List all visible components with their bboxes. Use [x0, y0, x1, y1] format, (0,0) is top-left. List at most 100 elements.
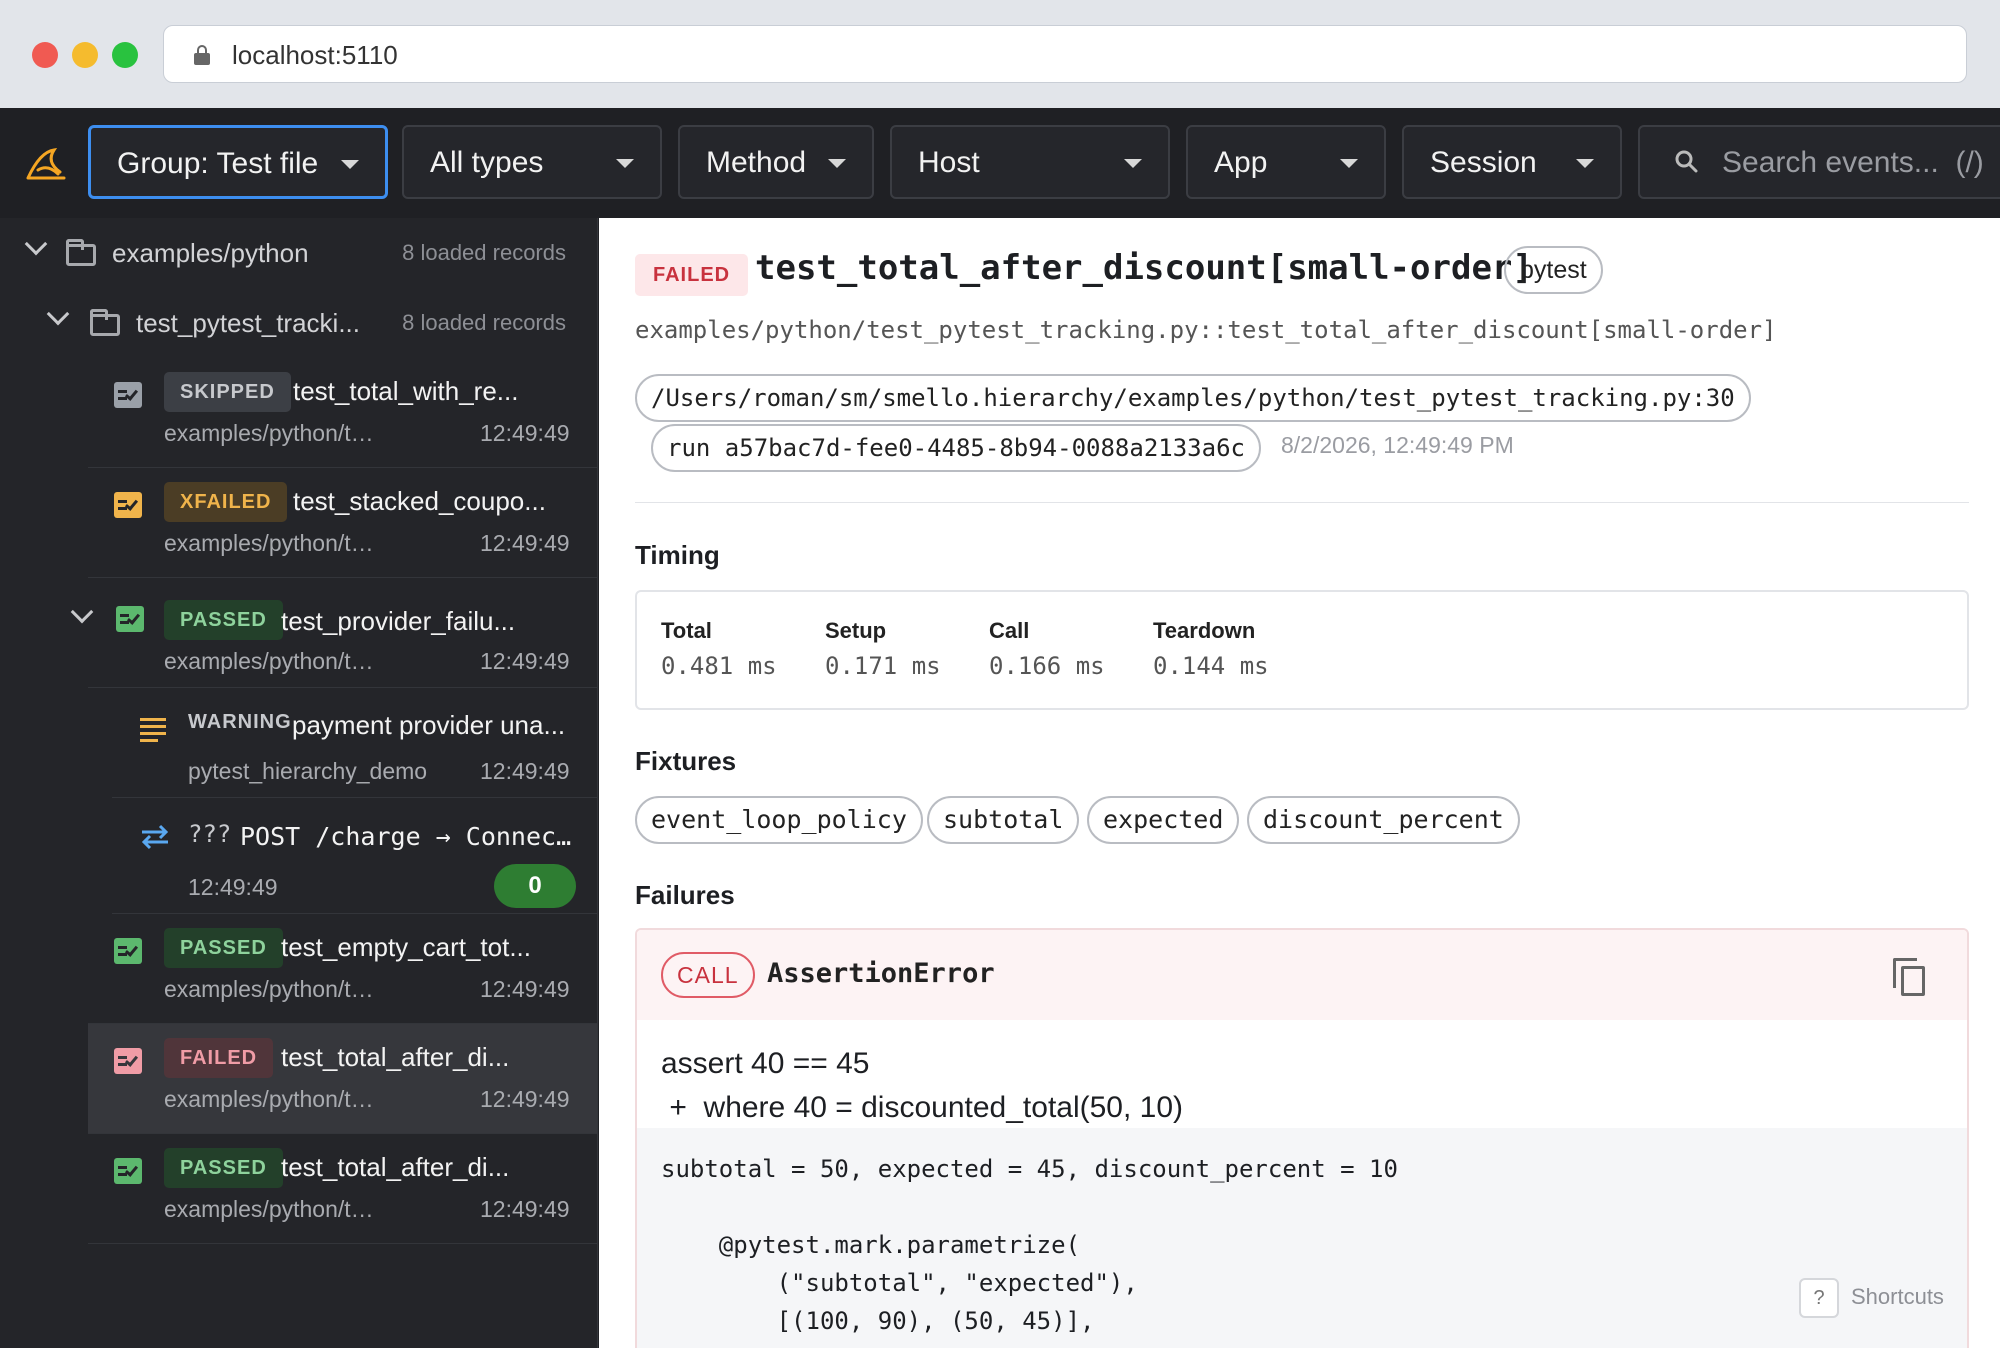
browser-chrome: localhost:5110	[0, 0, 2000, 108]
item-path: examples/python/test_...	[164, 420, 386, 446]
timing-total: Total 0.481 ms	[661, 618, 777, 680]
search-placeholder: Search events... (/)	[1722, 146, 1984, 179]
list-item[interactable]: SKIPPED test_total_with_re... examples/p…	[88, 358, 597, 468]
test-checklist-icon	[116, 606, 144, 632]
item-title: test_stacked_coupo...	[293, 486, 546, 516]
test-nodeid: examples/python/test_pytest_tracking.py:…	[635, 316, 1777, 344]
app: Group: Test file All types Method Host A…	[0, 108, 2000, 1348]
app-dropdown[interactable]: App	[1186, 125, 1386, 199]
test-checklist-icon	[114, 1158, 142, 1184]
page-title: test_total_after_discount[small-order]	[755, 248, 1533, 288]
chevron-down-icon	[341, 160, 359, 169]
session-dropdown[interactable]: Session	[1402, 125, 1622, 199]
list-item-selected[interactable]: FAILED test_total_after_di... examples/p…	[88, 1024, 597, 1134]
status-badge: FAILED	[635, 254, 749, 296]
chevron-down-icon	[1340, 159, 1358, 168]
fixture-chip: subtotal	[927, 796, 1080, 844]
group-row-examples-python[interactable]: examples/python 8 loaded records	[0, 218, 597, 286]
list-item[interactable]: PASSED test_total_after_di... examples/p…	[88, 1134, 597, 1244]
code-text: subtotal = 50, expected = 45, discount_p…	[661, 1155, 1398, 1335]
timing-heading: Timing	[635, 540, 720, 570]
list-item[interactable]: WARNING payment provider una... pytest_h…	[112, 688, 597, 798]
help-icon: ?	[1799, 1278, 1839, 1318]
minimize-window-button[interactable]	[72, 42, 98, 68]
chevron-down-icon[interactable]	[24, 232, 48, 256]
failure-header: CALL AssertionError	[637, 930, 1967, 1020]
close-window-button[interactable]	[32, 42, 58, 68]
host-dropdown[interactable]: Host	[890, 125, 1170, 199]
item-path: examples/python/test_...	[164, 530, 386, 556]
group-row-test-file[interactable]: test_pytest_tracki... 8 loaded records	[0, 288, 597, 356]
maximize-window-button[interactable]	[112, 42, 138, 68]
folder-icon	[66, 239, 96, 266]
item-time: 12:49:49	[480, 1196, 570, 1222]
chevron-down-icon	[828, 159, 846, 168]
failures-heading: Failures	[635, 880, 735, 910]
fixtures-heading: Fixtures	[635, 746, 737, 776]
phase-chip: CALL	[661, 952, 755, 998]
item-title: test_total_after_di...	[281, 1042, 510, 1072]
log-lines-icon	[140, 718, 166, 742]
timing-card: Total 0.481 ms Setup 0.171 ms Call 0.166 ms…	[635, 590, 1969, 710]
item-time: 12:49:49	[480, 1086, 570, 1112]
copy-icon[interactable]	[1893, 958, 1927, 996]
chevron-down-icon	[616, 159, 634, 168]
list-item[interactable]: XFAILED test_stacked_coupo... examples/p…	[88, 468, 597, 578]
http-method: ???	[188, 820, 232, 848]
file-path-chip[interactable]: /Users/roman/sm/smello.hierarchy/example…	[635, 374, 1751, 422]
item-time: 12:49:49	[480, 648, 570, 674]
run-id-chip[interactable]: run a57bac7d-fee0-4485-8b94-0088a2133a6c	[651, 424, 1261, 472]
count-badge: 0	[494, 864, 576, 908]
group-count: 8 loaded records	[402, 310, 566, 335]
traceback-code: subtotal = 50, expected = 45, discount_p…	[637, 1128, 1967, 1348]
url-text: localhost:5110	[232, 40, 398, 70]
item-title: test_provider_failu...	[281, 606, 516, 636]
status-badge: PASSED	[164, 928, 283, 968]
test-checklist-icon	[114, 382, 142, 408]
types-dropdown[interactable]: All types	[402, 125, 662, 199]
list-item[interactable]: PASSED test_empty_cart_tot... examples/p…	[88, 914, 597, 1024]
detail-panel: FAILED test_total_after_discount[small-o…	[599, 218, 2000, 1348]
framework-chip: pytest	[1504, 246, 1603, 294]
item-time: 12:49:49	[480, 758, 570, 784]
fixture-chip: discount_percent	[1247, 796, 1520, 844]
chevron-down-icon[interactable]	[46, 302, 70, 326]
timing-call: Call 0.166 ms	[989, 618, 1105, 680]
search-input[interactable]: Search events... (/)	[1638, 125, 2000, 199]
group-by-label: Group: Test file	[117, 147, 319, 180]
list-item[interactable]: PASSED test_provider_failu... examples/p…	[88, 578, 597, 688]
timing-setup: Setup 0.171 ms	[825, 618, 941, 680]
item-path: examples/python/test_...	[164, 648, 386, 674]
sidebar: examples/python 8 loaded records test_py…	[0, 218, 598, 1348]
timing-teardown: Teardown 0.144 ms	[1153, 618, 1269, 680]
test-checklist-icon	[114, 938, 142, 964]
item-title: test_total_after_di...	[281, 1152, 510, 1182]
search-icon	[1675, 150, 1698, 173]
group-by-dropdown[interactable]: Group: Test file	[88, 125, 388, 199]
session-label: Session	[1430, 146, 1537, 179]
list-item[interactable]: ??? POST /charge → Connect... 12:49:49 0	[112, 798, 597, 914]
chevron-down-icon	[1124, 159, 1142, 168]
status-badge: PASSED	[164, 1148, 283, 1188]
host-label: Host	[918, 146, 980, 179]
status-badge: FAILED	[164, 1038, 274, 1078]
item-path: pytest_hierarchy_demo	[188, 758, 428, 784]
item-time: 12:49:49	[480, 976, 570, 1002]
app-label: App	[1214, 146, 1268, 179]
item-title: payment provider una...	[292, 710, 566, 740]
error-type: AssertionError	[767, 958, 995, 989]
item-title: test_empty_cart_tot...	[281, 932, 532, 962]
address-bar[interactable]: localhost:5110	[163, 25, 1967, 83]
log-level-label: WARNING	[188, 711, 292, 733]
method-dropdown[interactable]: Method	[678, 125, 874, 199]
chevron-down-icon	[1576, 159, 1594, 168]
item-path: examples/python/test_...	[164, 1196, 386, 1222]
shortcuts-label: Shortcuts	[1851, 1284, 1944, 1309]
divider	[635, 502, 1969, 503]
group-count: 8 loaded records	[402, 240, 566, 265]
status-badge: PASSED	[164, 600, 283, 640]
method-label: Method	[706, 146, 807, 179]
item-time: 12:49:49	[480, 420, 570, 446]
item-time: 12:49:49	[188, 874, 278, 900]
status-badge: XFAILED	[164, 482, 288, 522]
